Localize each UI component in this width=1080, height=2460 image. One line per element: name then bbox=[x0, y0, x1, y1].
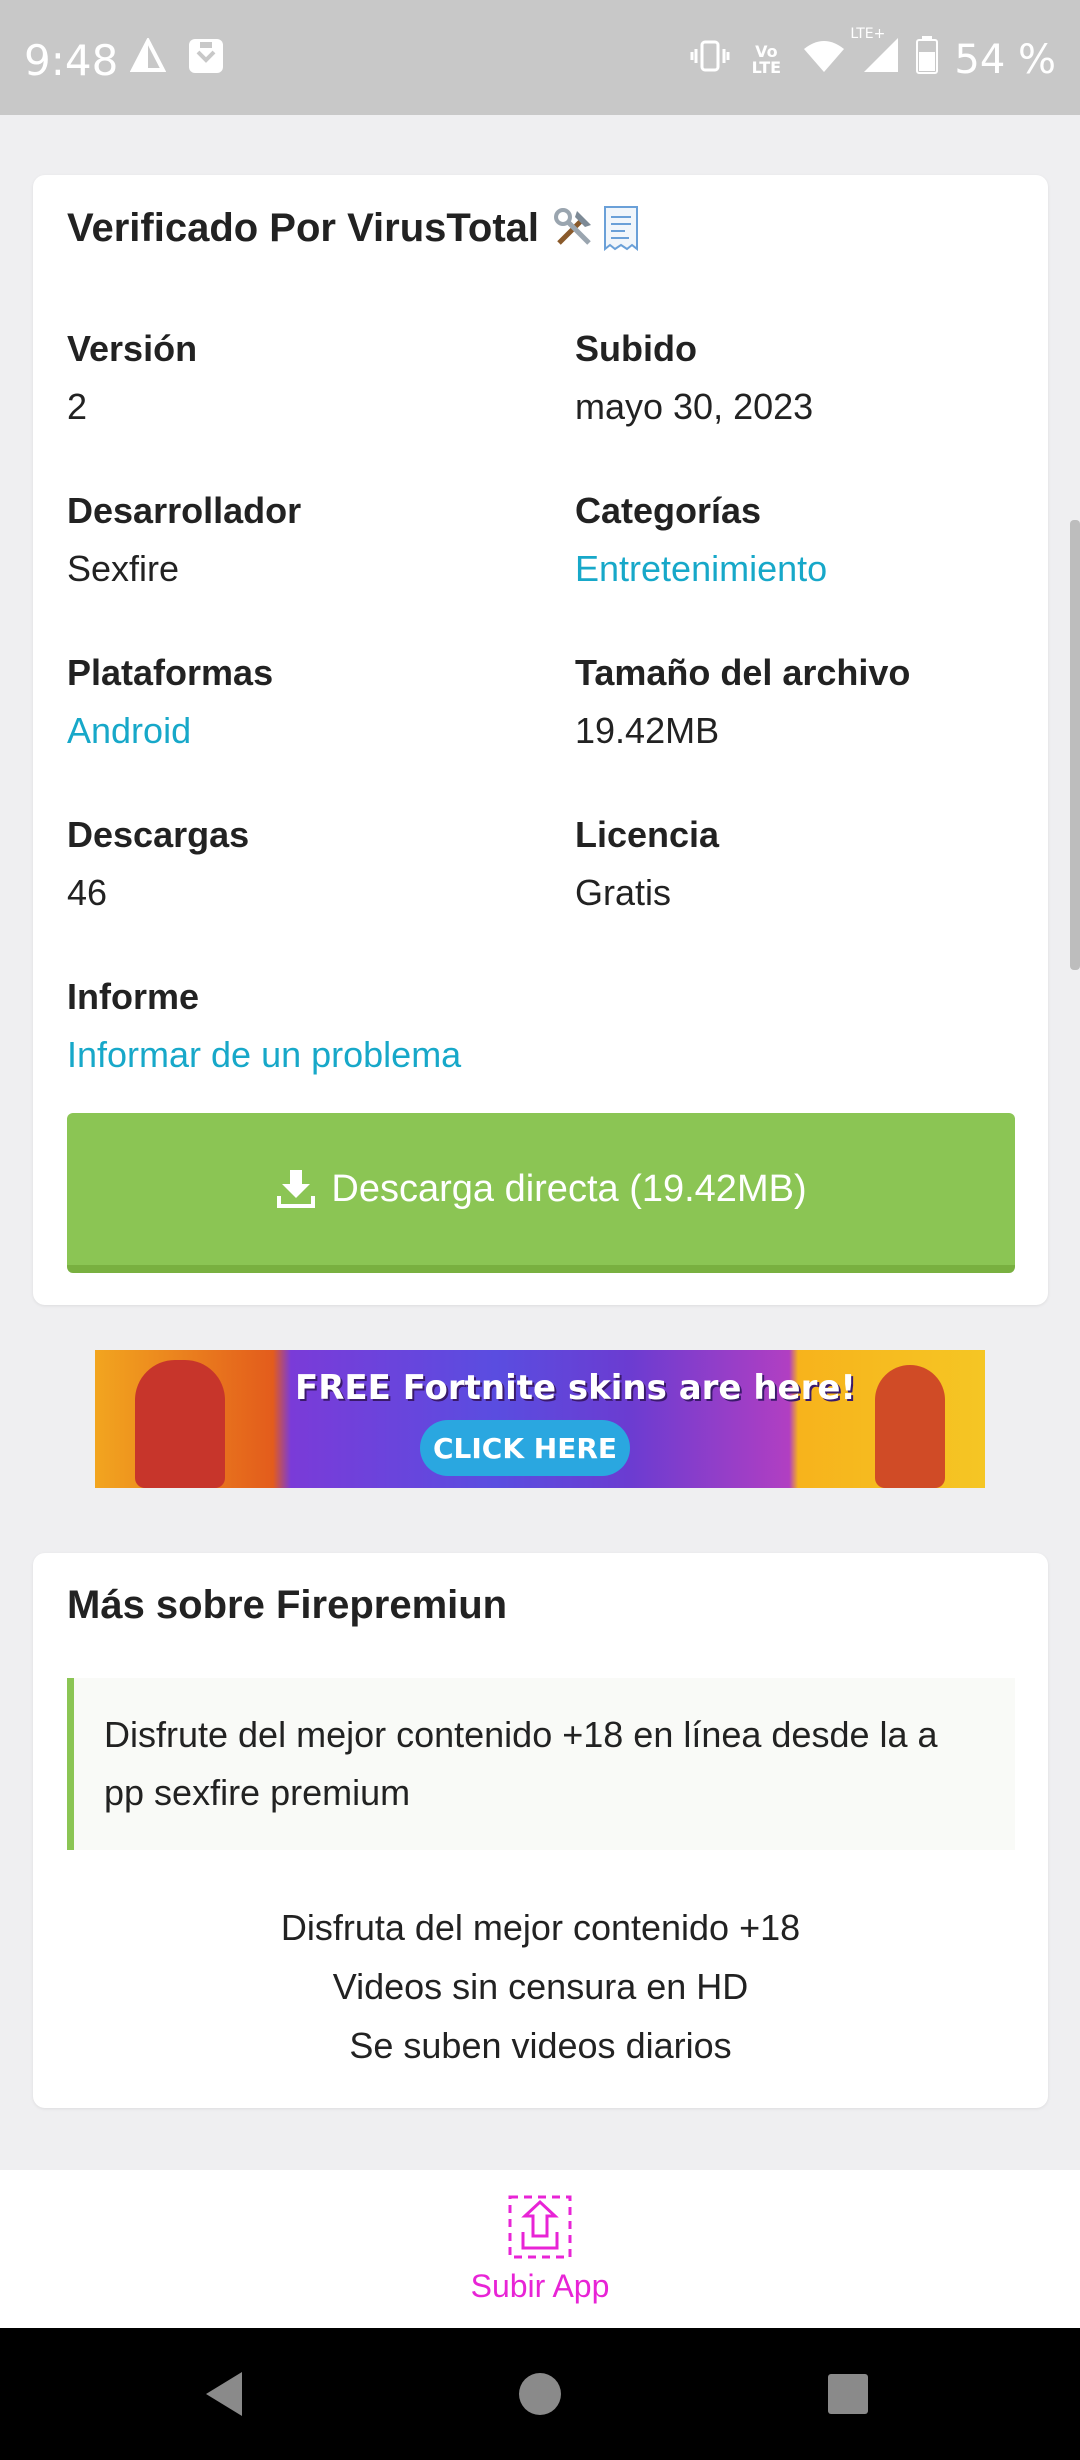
field-categories: Categorías Entretenimiento bbox=[575, 482, 1027, 644]
field-label: Categorías bbox=[575, 490, 762, 531]
character-figure-right bbox=[875, 1365, 945, 1488]
description-lines: Disfruta del mejor contenido +18 Videos … bbox=[33, 1898, 1048, 2075]
system-navigation-bar bbox=[0, 2328, 1080, 2460]
description-quote: Disfrute del mejor contenido +18 en líne… bbox=[67, 1678, 1015, 1850]
field-label: Descargas bbox=[67, 814, 250, 855]
app-info-card: Verificado Por VirusTotal Versión 2 Subi… bbox=[33, 175, 1048, 1305]
scrollbar[interactable] bbox=[1070, 520, 1080, 970]
file-size-value: 19.42MB bbox=[575, 710, 720, 751]
character-figure-left bbox=[135, 1360, 225, 1488]
more-about-card: Más sobre Firepremiun Disfrute del mejor… bbox=[33, 1553, 1048, 2108]
field-label: Licencia bbox=[575, 814, 720, 855]
field-label: Informe bbox=[67, 976, 200, 1017]
battery-percent: 54 % bbox=[954, 37, 1056, 83]
field-platforms: Plataformas Android bbox=[67, 644, 575, 806]
description-line: Videos sin censura en HD bbox=[332, 1966, 749, 2007]
platform-link[interactable]: Android bbox=[67, 702, 575, 760]
more-about-title: Más sobre Firepremiun bbox=[67, 1583, 508, 1627]
field-uploaded: Subido mayo 30, 2023 bbox=[575, 320, 1027, 482]
vibrate-icon bbox=[690, 37, 730, 83]
field-label: Subido bbox=[575, 328, 697, 369]
version-value: 2 bbox=[67, 386, 88, 427]
developer-value: Sexfire bbox=[67, 548, 180, 589]
field-report: Informe Informar de un problema bbox=[67, 968, 867, 1130]
field-version: Versión 2 bbox=[67, 320, 575, 482]
field-label: Desarrollador bbox=[67, 490, 302, 531]
hammer-and-wrench-icon bbox=[554, 208, 591, 245]
quote-line: pp sexfire premium bbox=[104, 1772, 411, 1813]
clock: 9:48 bbox=[24, 36, 119, 85]
field-label: Tamaño del archivo bbox=[575, 652, 911, 693]
battery-icon bbox=[916, 36, 939, 84]
volte-label: Vo LTE bbox=[751, 42, 782, 77]
uploaded-date-value: mayo 30, 2023 bbox=[575, 386, 814, 427]
ad-headline: FREE Fortnite skins are here! bbox=[295, 1368, 856, 1408]
downloads-value: 46 bbox=[67, 872, 108, 913]
field-label: Versión bbox=[67, 328, 198, 369]
card-title: Verificado Por VirusTotal bbox=[67, 205, 539, 250]
description-line: Disfruta del mejor contenido +18 bbox=[280, 1907, 801, 1948]
wifi-icon bbox=[802, 37, 846, 83]
description-line: Se suben videos diarios bbox=[349, 2025, 732, 2066]
quote-line: Disfrute del mejor contenido +18 en líne… bbox=[104, 1714, 938, 1755]
category-link[interactable]: Entretenimiento bbox=[575, 540, 1027, 598]
report-problem-link[interactable]: Informar de un problema bbox=[67, 1026, 867, 1084]
recents-icon[interactable] bbox=[822, 2368, 874, 2420]
field-developer: Desarrollador Sexfire bbox=[67, 482, 575, 644]
warning-triangle-icon bbox=[129, 36, 167, 79]
upload-app-label: Subir App bbox=[470, 2268, 610, 2304]
field-label: Plataformas bbox=[67, 652, 274, 693]
field-downloads: Descargas 46 bbox=[67, 806, 575, 968]
bottom-action-bar: Subir App bbox=[0, 2170, 1080, 2328]
download-icon bbox=[277, 1170, 316, 1208]
ad-click-here-button[interactable]: CLICK HERE bbox=[420, 1420, 630, 1476]
ad-banner[interactable]: FREE Fortnite skins are here! CLICK HERE bbox=[95, 1350, 985, 1488]
home-icon[interactable] bbox=[514, 2368, 566, 2420]
field-license: Licencia Gratis bbox=[575, 806, 1027, 968]
store-bag-icon bbox=[186, 36, 226, 81]
upload-app-button[interactable]: Subir App bbox=[455, 2192, 625, 2312]
receipt-icon bbox=[604, 206, 638, 251]
license-value: Gratis bbox=[575, 872, 672, 913]
field-file-size: Tamaño del archivo 19.42MB bbox=[575, 644, 1027, 806]
back-icon[interactable] bbox=[200, 2368, 252, 2420]
direct-download-button[interactable]: Descarga directa (19.42MB) bbox=[67, 1113, 1015, 1273]
page-content[interactable]: Verificado Por VirusTotal Versión 2 Subi… bbox=[0, 115, 1080, 2170]
download-button-label: Descarga directa (19.42MB) bbox=[331, 1167, 807, 1210]
status-bar: 9:48 Vo LTE LTE+ 54 % bbox=[0, 0, 1080, 115]
upload-icon bbox=[508, 2195, 572, 2259]
lte-plus-label: LTE+ bbox=[850, 26, 886, 42]
info-grid: Versión 2 Subido mayo 30, 2023 Desarroll… bbox=[67, 320, 1027, 1130]
